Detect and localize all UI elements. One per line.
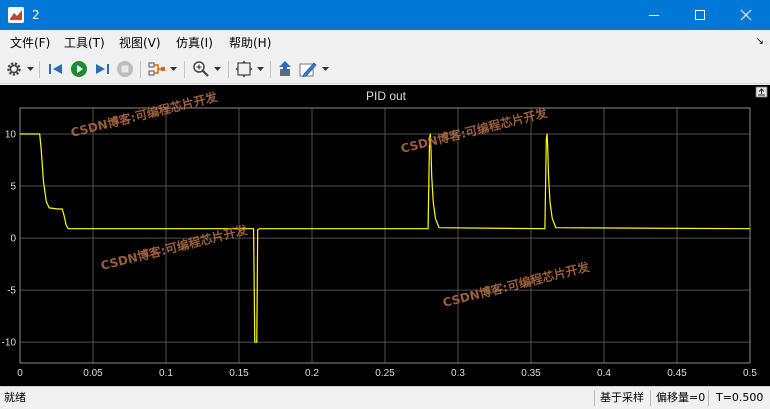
menu-simulation[interactable]: 仿真(I) <box>176 35 213 51</box>
minimize-button[interactable] <box>632 0 678 30</box>
toolbar-separator <box>184 61 185 78</box>
close-button[interactable] <box>724 0 770 30</box>
grid <box>19 108 751 363</box>
plot-title: PID out <box>366 89 407 103</box>
watermark-text: CSDN博客:可编程芯片开发 <box>441 259 592 310</box>
gear-icon[interactable] <box>5 60 23 78</box>
scope-plot-area[interactable]: PID out 0 0.05 0.1 0.15 0.2 0.25 0.3 0.35 0.4 0.4… <box>0 85 770 386</box>
maximize-button[interactable] <box>678 0 724 30</box>
style-icon[interactable] <box>299 60 317 78</box>
x-tick-label: 0.2 <box>305 368 319 379</box>
fit-to-view-icon[interactable] <box>235 60 253 78</box>
menu-view[interactable]: 视图(V) <box>119 35 161 51</box>
step-back-icon[interactable] <box>47 60 65 78</box>
menu-overflow-icon[interactable]: ↘ <box>756 36 764 47</box>
close-icon <box>740 9 752 21</box>
menu-file[interactable]: 文件(F) <box>10 35 50 51</box>
toolbar-separator <box>140 61 141 78</box>
status-separator <box>650 390 651 406</box>
scope-plot[interactable]: PID out 0 0.05 0.1 0.15 0.2 0.25 0.3 0.35 0.4 0.4… <box>0 85 770 386</box>
y-tick-label: 5 <box>10 182 16 193</box>
chevron-down-icon[interactable] <box>322 65 329 72</box>
maximize-icon <box>695 10 705 20</box>
zoom-icon[interactable] <box>192 60 210 78</box>
matlab-icon <box>8 7 24 23</box>
watermark-text: CSDN博客:可编程芯片开发 <box>99 222 250 273</box>
x-tick-label: 0.05 <box>83 368 103 379</box>
watermark-layer: CSDN博客:可编程芯片开发 CSDN博客:可编程芯片开发 CSDN博客:可编程芯片… <box>69 89 592 310</box>
toolbar-separator <box>39 61 40 78</box>
toolbar <box>0 56 770 84</box>
window-title: 2 <box>32 8 40 22</box>
y-tick-label: 0 <box>10 234 16 245</box>
chevron-down-icon[interactable] <box>27 65 34 72</box>
status-time: T=0.500 <box>716 391 764 404</box>
minimize-icon <box>649 15 659 16</box>
undock-button[interactable] <box>755 86 768 98</box>
chevron-down-icon[interactable] <box>257 65 264 72</box>
status-separator <box>594 390 595 406</box>
x-tick-label: 0.5 <box>743 368 757 379</box>
x-tick-label: 0.25 <box>375 368 395 379</box>
tick-labels: 0 0.05 0.1 0.15 0.2 0.25 0.3 0.35 0.4 0.45 0.5 10 5 0… <box>2 130 758 379</box>
step-forward-icon[interactable] <box>93 60 111 78</box>
title-bar: 2 <box>0 0 770 30</box>
chevron-down-icon[interactable] <box>214 65 221 72</box>
status-ready: 就绪 <box>4 391 26 404</box>
status-sample-based: 基于采样 <box>600 391 644 404</box>
save-axes-icon[interactable] <box>277 60 295 78</box>
watermark-text: CSDN博客:可编程芯片开发 <box>399 105 550 156</box>
run-icon[interactable] <box>70 60 88 78</box>
x-tick-label: 0.1 <box>159 368 173 379</box>
status-bar: 就绪 基于采样 偏移量=0 T=0.500 <box>0 386 770 409</box>
menu-help[interactable]: 帮助(H) <box>229 35 271 51</box>
watermark-text: CSDN博客:可编程芯片开发 <box>69 89 220 140</box>
y-tick-label: -10 <box>2 338 17 349</box>
chevron-down-icon[interactable] <box>170 65 177 72</box>
y-tick-label: 10 <box>5 130 17 141</box>
toolbar-separator <box>270 61 271 78</box>
y-tick-label: -5 <box>7 286 16 297</box>
status-offset: 偏移量=0 <box>656 391 706 404</box>
x-tick-label: 0.4 <box>597 368 611 379</box>
status-separator <box>708 390 709 406</box>
highlight-signal-icon[interactable] <box>148 60 166 78</box>
menu-tools[interactable]: 工具(T) <box>64 35 105 51</box>
x-tick-label: 0.15 <box>229 368 249 379</box>
x-tick-label: 0.35 <box>521 368 541 379</box>
x-tick-label: 0 <box>17 368 23 379</box>
stop-icon[interactable] <box>116 60 134 78</box>
menu-bar: 文件(F) 工具(T) 视图(V) 仿真(I) 帮助(H) ↘ <box>0 30 770 56</box>
toolbar-separator <box>228 61 229 78</box>
x-tick-label: 0.45 <box>667 368 687 379</box>
x-tick-label: 0.3 <box>451 368 465 379</box>
